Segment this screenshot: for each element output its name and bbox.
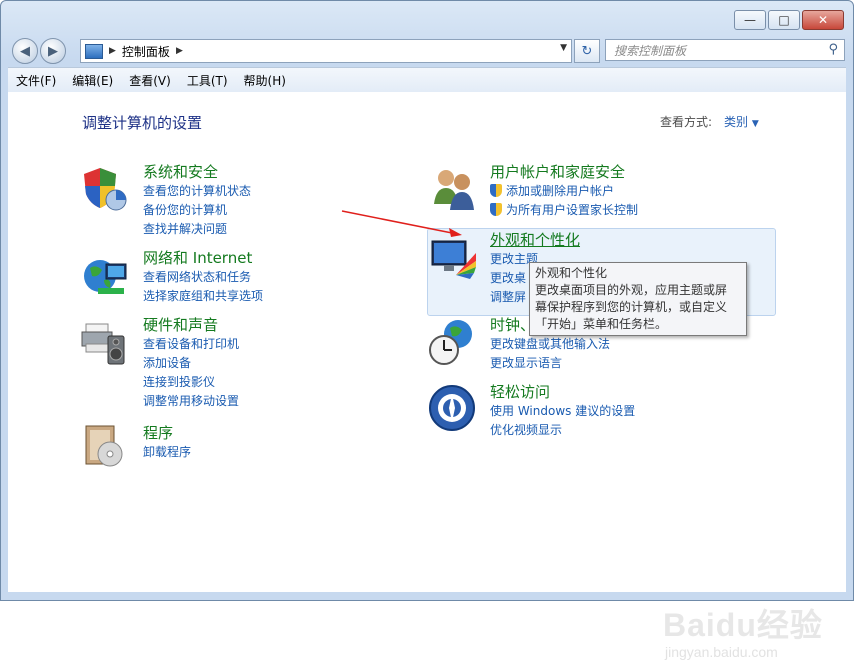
link-mobility-settings[interactable]: 调整常用移动设置	[143, 392, 239, 411]
category-system-security: 系统和安全 查看您的计算机状态 备份您的计算机 查找并解决问题	[143, 163, 251, 239]
link-add-remove-accounts[interactable]: 添加或删除用户帐户	[490, 182, 638, 201]
personalization-icon[interactable]	[430, 235, 478, 283]
tooltip-line: 更改桌面项目的外观，应用主题或屏	[535, 283, 728, 297]
link-parental-controls[interactable]: 为所有用户设置家长控制	[490, 201, 638, 220]
search-icon[interactable]: ⚲	[828, 42, 838, 57]
menu-edit[interactable]: 编辑(E)	[64, 72, 121, 89]
menu-help[interactable]: 帮助(H)	[236, 72, 294, 89]
breadcrumb-chevron-icon[interactable]: ▶	[109, 46, 116, 56]
menu-tools[interactable]: 工具(T)	[179, 72, 236, 89]
watermark-url: jingyan.baidu.com	[665, 644, 778, 660]
menu-view[interactable]: 查看(V)	[121, 72, 179, 89]
refresh-icon: ↻	[581, 43, 593, 59]
search-placeholder: 搜索控制面板	[614, 43, 687, 58]
category-programs: 程序 卸载程序	[143, 424, 191, 462]
dropdown-arrow-icon: ▼	[751, 119, 759, 129]
link-homegroup-sharing[interactable]: 选择家庭组和共享选项	[143, 287, 263, 306]
category-hardware-sound: 硬件和声音 查看设备和打印机 添加设备 连接到投影仪 调整常用移动设置	[143, 316, 239, 411]
category-network-internet: 网络和 Internet 查看网络状态和任务 选择家庭组和共享选项	[143, 249, 263, 306]
tooltip-title: 外观和个性化	[535, 266, 608, 280]
breadcrumb-chevron-icon[interactable]: ▶	[176, 46, 183, 56]
link-windows-recommended[interactable]: 使用 Windows 建议的设置	[490, 402, 635, 421]
link-backup-computer[interactable]: 备份您的计算机	[143, 201, 251, 220]
link-devices-printers[interactable]: 查看设备和打印机	[143, 335, 239, 354]
tooltip-line: 幕保护程序到您的计算机，或自定义	[535, 300, 728, 314]
title-bar: — □ ✕	[0, 0, 854, 34]
window-controls: — □ ✕	[734, 10, 844, 30]
category-title-network-internet[interactable]: 网络和 Internet	[143, 249, 263, 268]
baidu-watermark: Baidu经验 jingyan.baidu.com	[663, 600, 823, 660]
page-title: 调整计算机的设置	[82, 114, 203, 132]
link-change-keyboard[interactable]: 更改键盘或其他输入法	[490, 335, 610, 354]
watermark-logo-text: Baidu经验	[663, 607, 823, 643]
menu-file[interactable]: 文件(F)	[8, 72, 64, 89]
category-title-appearance[interactable]: 外观和个性化	[490, 231, 580, 250]
network-globe-icon[interactable]	[80, 252, 128, 300]
printer-speaker-icon[interactable]	[80, 318, 128, 366]
tooltip-appearance: 外观和个性化 更改桌面项目的外观，应用主题或屏 幕保护程序到您的计算机，或自定义…	[529, 262, 747, 336]
tooltip-line: 「开始」菜单和任务栏。	[535, 317, 668, 331]
view-by-dropdown[interactable]: 类别 ▼	[724, 113, 759, 130]
users-icon[interactable]	[430, 164, 478, 212]
view-by-value[interactable]: 类别	[724, 115, 748, 129]
link-uninstall-program[interactable]: 卸载程序	[143, 443, 191, 462]
category-ease-of-access: 轻松访问 使用 Windows 建议的设置 优化视频显示	[490, 383, 635, 440]
address-bar[interactable]: ▶ 控制面板 ▶ ▼	[80, 39, 572, 63]
forward-arrow-icon: ▶	[48, 43, 58, 59]
content-pane: 调整计算机的设置 查看方式: 类别 ▼ 系统和安全 查看您的计算机状态 备份您的…	[8, 92, 846, 660]
category-title-ease-of-access[interactable]: 轻松访问	[490, 383, 635, 402]
close-button[interactable]: ✕	[802, 10, 844, 30]
clock-globe-icon[interactable]	[428, 318, 476, 366]
link-add-remove-accounts-label[interactable]: 添加或删除用户帐户	[506, 184, 614, 198]
shield-icon[interactable]	[80, 164, 128, 212]
category-title-hardware-sound[interactable]: 硬件和声音	[143, 316, 239, 335]
forward-button[interactable]: ▶	[40, 38, 66, 64]
back-button[interactable]: ◀	[12, 38, 38, 64]
address-row: ◀ ▶ ▶ 控制面板 ▶ ▼ ↻ 搜索控制面板 ⚲	[0, 34, 854, 64]
link-change-display-language[interactable]: 更改显示语言	[490, 354, 610, 373]
link-parental-controls-label[interactable]: 为所有用户设置家长控制	[506, 203, 638, 217]
link-add-device[interactable]: 添加设备	[143, 354, 239, 373]
uac-shield-icon	[490, 184, 502, 197]
search-input[interactable]: 搜索控制面板 ⚲	[605, 39, 845, 61]
refresh-button[interactable]: ↻	[574, 39, 600, 63]
category-user-accounts: 用户帐户和家庭安全 添加或删除用户帐户 为所有用户设置家长控制	[490, 163, 638, 220]
link-connect-projector[interactable]: 连接到投影仪	[143, 373, 239, 392]
back-arrow-icon: ◀	[20, 43, 30, 59]
link-troubleshoot[interactable]: 查找并解决问题	[143, 220, 251, 239]
link-network-status[interactable]: 查看网络状态和任务	[143, 268, 263, 287]
maximize-button[interactable]: □	[768, 10, 800, 30]
breadcrumb-control-panel[interactable]: 控制面板	[122, 43, 170, 60]
link-optimize-display[interactable]: 优化视频显示	[490, 421, 635, 440]
ease-of-access-icon[interactable]	[428, 384, 476, 432]
category-title-programs[interactable]: 程序	[143, 424, 191, 443]
minimize-button[interactable]: —	[734, 10, 766, 30]
uac-shield-icon	[490, 203, 502, 216]
address-dropdown-icon[interactable]: ▼	[560, 43, 567, 53]
link-view-computer-status[interactable]: 查看您的计算机状态	[143, 182, 251, 201]
menu-bar: 文件(F) 编辑(E) 查看(V) 工具(T) 帮助(H)	[8, 67, 846, 93]
control-panel-icon	[85, 43, 103, 59]
category-title-system-security[interactable]: 系统和安全	[143, 163, 251, 182]
category-title-user-accounts[interactable]: 用户帐户和家庭安全	[490, 163, 638, 182]
programs-icon[interactable]	[80, 422, 128, 470]
view-by-label: 查看方式:	[660, 115, 713, 129]
